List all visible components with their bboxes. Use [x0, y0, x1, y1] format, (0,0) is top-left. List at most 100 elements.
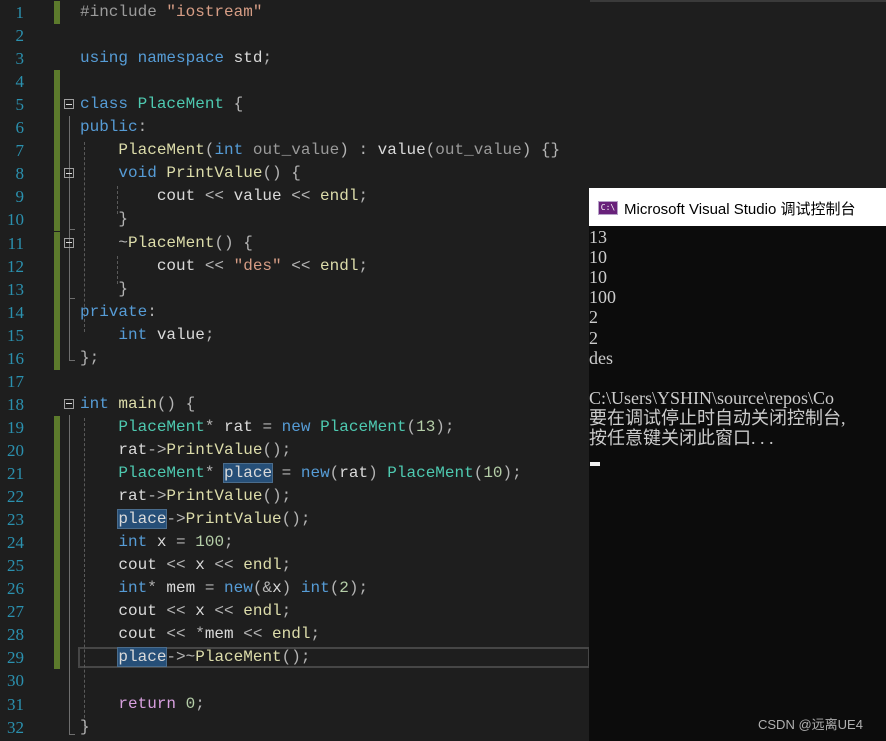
code-line[interactable]: 29 place->~PlaceMent(); [0, 646, 590, 670]
line-number: 8 [15, 164, 25, 184]
code-line[interactable]: 16}; [0, 346, 590, 370]
code-token: PrintValue [166, 440, 263, 459]
code-token: : [137, 118, 148, 137]
code-line[interactable]: 19 PlaceMent* rat = new PlaceMent(13); [0, 415, 590, 439]
code-line[interactable]: 9 cout << value << endl; [0, 185, 590, 209]
code-token: << [204, 602, 244, 621]
line-number: 25 [7, 556, 24, 576]
code-line[interactable]: 26 int* mem = new(&x) int(2); [0, 577, 590, 601]
collapse-icon[interactable] [64, 168, 74, 179]
code-line[interactable]: 22 rat->PrintValue(); [0, 485, 590, 509]
code-token: PlaceMent [128, 233, 215, 252]
console-output-line: des [589, 347, 613, 368]
code-token: endl [243, 602, 282, 621]
code-line[interactable]: 25 cout << x << endl; [0, 554, 590, 578]
code-line[interactable]: 30 [0, 669, 590, 692]
code-line[interactable]: 4 [0, 70, 590, 94]
code-line[interactable]: 23 place->PrintValue(); [0, 508, 590, 532]
code-token: ; [358, 187, 369, 206]
watermark: CSDN @远离UE4 [758, 717, 863, 732]
code-line[interactable]: 18 int main() { [0, 393, 590, 416]
code-line[interactable]: 32} [0, 716, 590, 739]
line-number: 4 [15, 72, 25, 92]
line-number: 24 [7, 533, 24, 553]
code-text: public: [80, 116, 147, 139]
line-number: 17 [7, 371, 24, 391]
highlighted-reference: place [117, 647, 168, 668]
collapse-icon[interactable] [64, 398, 74, 409]
code-token: ) {} [521, 141, 561, 160]
code-token: } [80, 279, 129, 298]
code-token: rat [224, 417, 253, 436]
code-line[interactable]: 11 ~PlaceMent() { [0, 231, 590, 255]
debug-console-window[interactable]: C:\ Microsoft Visual Studio 调试控制台 13 10 10… [589, 188, 886, 741]
code-token: PlaceMent [195, 648, 282, 667]
change-marker [54, 415, 60, 439]
line-number: 30 [7, 671, 24, 691]
code-token: PrintValue [166, 487, 263, 506]
code-editor[interactable]: 1 #include "iostream" 2 3 using namespace st… [0, 0, 590, 741]
code-line[interactable]: 13 } [0, 277, 590, 301]
code-text: using namespace std; [80, 47, 272, 70]
line-number: 23 [7, 510, 24, 530]
code-token: endl [320, 187, 359, 206]
code-token: x [195, 556, 205, 575]
code-token: ) [368, 464, 388, 482]
code-token: std [233, 49, 263, 68]
code-line[interactable]: 5 class PlaceMent { [0, 93, 590, 117]
code-line[interactable]: 14 private: [0, 300, 590, 324]
code-line[interactable]: 6 public: [0, 116, 590, 140]
code-line[interactable]: 8 void PrintValue() { [0, 162, 590, 186]
code-text: PlaceMent* rat = new PlaceMent(13); [80, 416, 454, 439]
line-number: 10 [7, 210, 24, 230]
code-token: ); [348, 579, 369, 598]
code-line[interactable]: 3 using namespace std; [0, 47, 590, 70]
code-line[interactable]: 31 return 0; [0, 693, 590, 716]
code-token: void [118, 164, 167, 183]
code-line[interactable]: 27 cout << x << endl; [0, 600, 590, 624]
collapse-icon[interactable] [64, 99, 74, 110]
code-line[interactable]: 28 cout << *mem << endl; [0, 623, 590, 647]
console-output-line: 13 [589, 227, 607, 247]
change-marker [54, 485, 60, 509]
code-token: ; [310, 625, 321, 644]
code-token: return [118, 694, 186, 713]
code-token: PrintValue [185, 510, 282, 529]
code-token: PlaceMent [118, 141, 205, 160]
code-line[interactable]: 21 PlaceMent* place = new(rat) PlaceMent… [0, 462, 590, 485]
console-output-line: 按任意键关闭此窗口. . . [589, 428, 774, 448]
code-text: cout << *mem << endl; [80, 623, 320, 646]
change-marker [54, 300, 60, 324]
code-token: << [281, 256, 321, 275]
code-line[interactable]: 17 [0, 370, 590, 393]
code-line[interactable]: 20 rat->PrintValue(); [0, 438, 590, 462]
change-marker [54, 162, 60, 186]
console-titlebar[interactable]: C:\ Microsoft Visual Studio 调试控制台 [589, 188, 886, 226]
change-marker [54, 508, 60, 532]
code-line[interactable]: 12 cout << "des" << endl; [0, 254, 590, 278]
code-line[interactable]: 10 } [0, 208, 590, 232]
code-token: = [166, 533, 196, 552]
line-number: 14 [7, 302, 24, 322]
code-line[interactable]: 24 int x = 100; [0, 531, 590, 555]
line-number: 9 [15, 187, 25, 207]
code-line[interactable]: 15 int value; [0, 323, 590, 347]
code-line[interactable]: 7 PlaceMent(int out_value) : value(out_v… [0, 139, 590, 163]
code-token: cout [118, 602, 157, 621]
line-number: 31 [7, 694, 24, 714]
code-token: private [80, 302, 148, 321]
line-number: 5 [15, 95, 25, 115]
code-text: int value; [80, 324, 214, 347]
code-line[interactable]: 2 [0, 24, 590, 47]
code-token: -> [147, 487, 167, 506]
code-token: "des" [233, 256, 282, 275]
change-marker [54, 600, 60, 624]
collapse-icon[interactable] [64, 237, 74, 248]
code-line[interactable]: 1 #include "iostream" [0, 1, 590, 24]
line-number: 18 [7, 394, 24, 414]
code-token: new [281, 417, 321, 436]
code-token: int [214, 141, 253, 160]
code-text: int* mem = new(&x) int(2); [80, 577, 368, 600]
